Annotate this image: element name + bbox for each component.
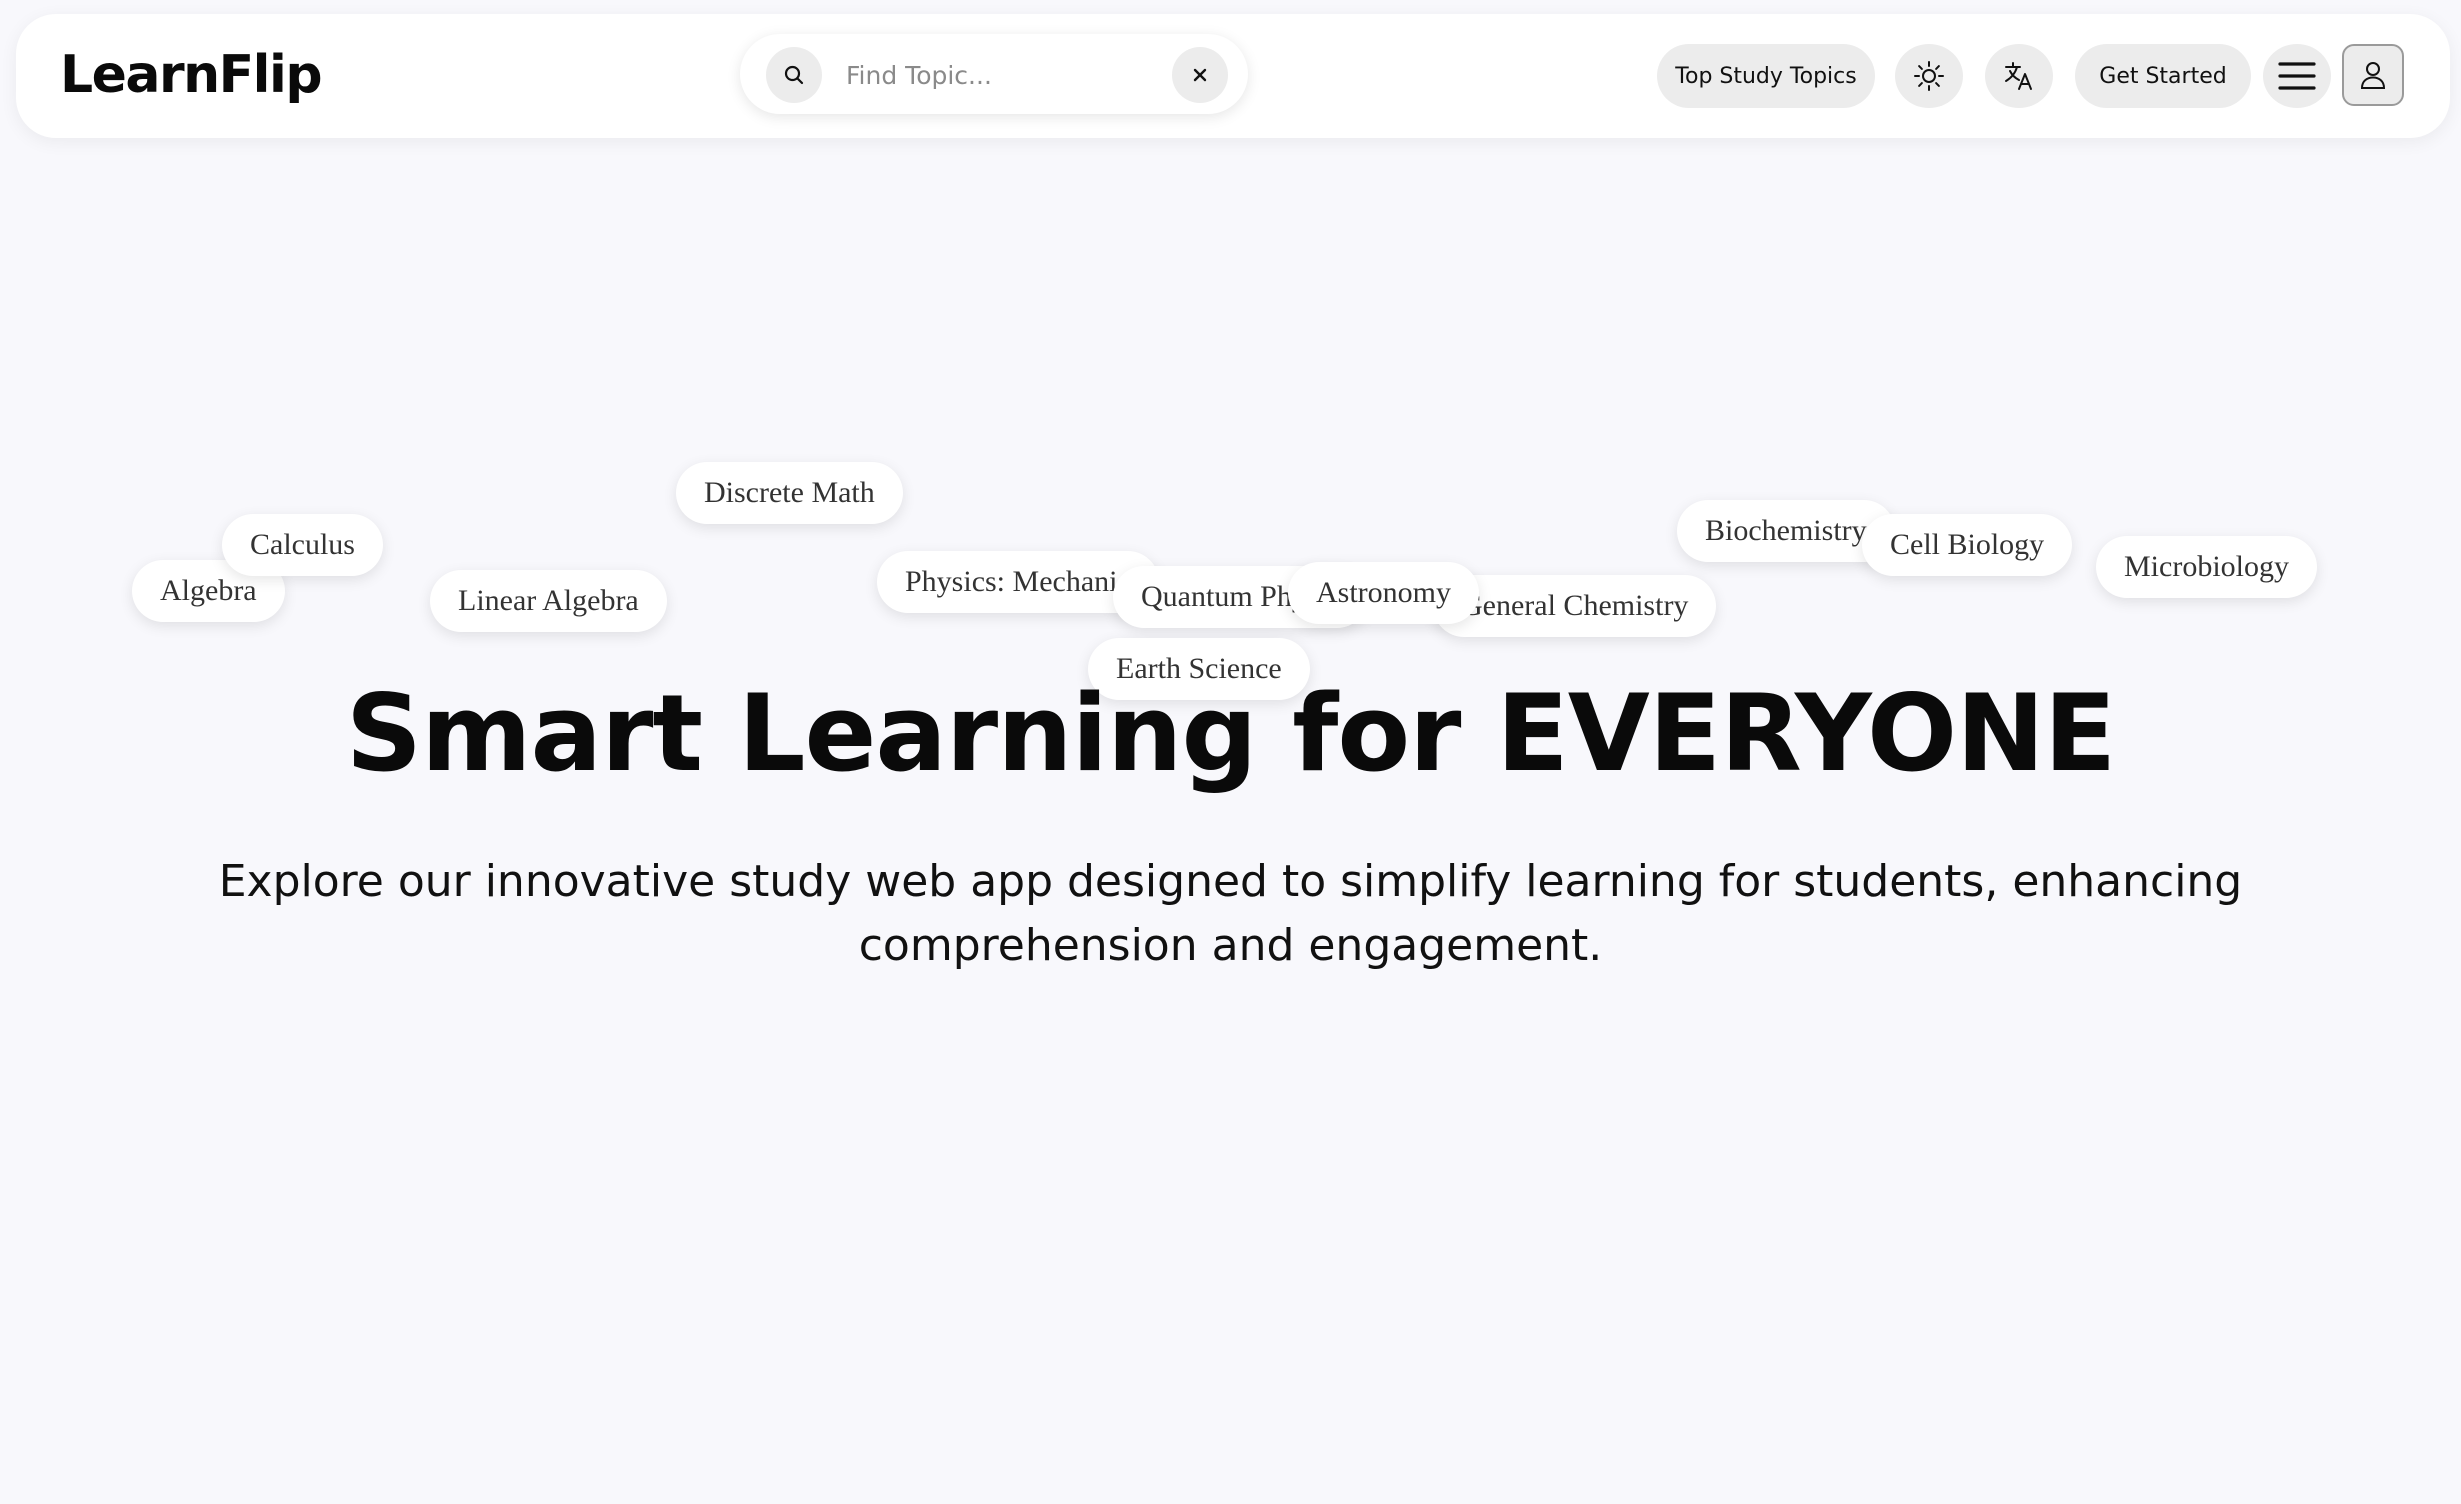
menu-button[interactable] xyxy=(2263,44,2331,108)
search-button[interactable] xyxy=(766,47,822,103)
close-icon xyxy=(1193,68,1207,82)
top-study-topics-button[interactable]: Top Study Topics xyxy=(1657,44,1875,108)
topic-chip-linear-algebra[interactable]: Linear Algebra xyxy=(430,570,667,632)
user-icon xyxy=(2360,62,2386,89)
topic-chip-discrete-math[interactable]: Discrete Math xyxy=(676,462,903,524)
profile-button[interactable] xyxy=(2342,44,2404,106)
site-logo[interactable]: LearnFlip xyxy=(60,44,323,106)
hero-subtitle: Explore our innovative study web app des… xyxy=(218,856,2243,971)
get-started-button[interactable]: Get Started xyxy=(2075,44,2251,108)
hamburger-menu-icon xyxy=(2278,62,2316,90)
top-navbar: LearnFlip Top Study Topics xyxy=(16,14,2450,138)
theme-toggle-button[interactable] xyxy=(1895,44,1963,108)
topic-chip-cell-biology[interactable]: Cell Biology xyxy=(1862,514,2073,576)
sun-icon xyxy=(1914,61,1944,91)
topic-chip-astronomy[interactable]: Astronomy xyxy=(1288,562,1479,624)
topic-chip-microbiology[interactable]: Microbiology xyxy=(2096,536,2317,598)
search-input[interactable] xyxy=(844,52,1148,98)
search-bar xyxy=(740,34,1248,114)
language-button[interactable] xyxy=(1985,44,2053,108)
clear-search-button[interactable] xyxy=(1172,47,1228,103)
search-icon xyxy=(784,65,804,85)
translate-icon xyxy=(2005,62,2032,90)
hero-title: Smart Learning for EVERYONE xyxy=(345,672,2116,795)
topic-chip-calculus[interactable]: Calculus xyxy=(222,514,383,576)
